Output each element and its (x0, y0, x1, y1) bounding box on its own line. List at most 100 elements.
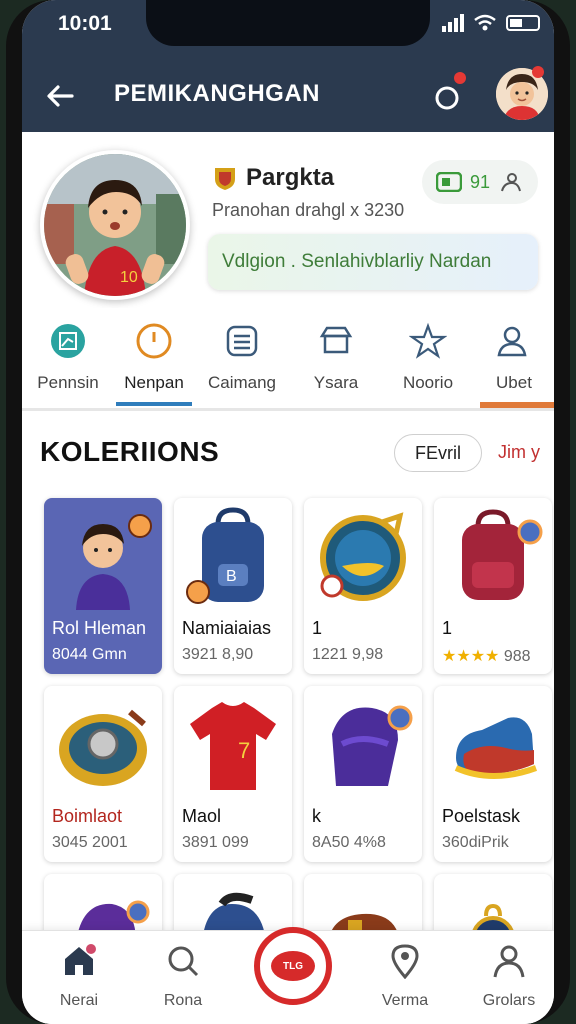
search-icon (168, 946, 199, 977)
calculator-icon (226, 325, 258, 357)
nav-label: Nerai (59, 992, 99, 1009)
item-name: Namiaiaias (182, 618, 272, 638)
camera-notch (146, 0, 430, 46)
item-price: 8044 Gmn (52, 646, 127, 663)
collection-card[interactable]: 1 1221 9,98 (304, 498, 422, 674)
tab-nenpan[interactable]: Nenpan (110, 318, 198, 398)
share-person-icon (501, 173, 522, 192)
phone-frame: 10:01 PEMIKANGHGAN 10 Pargkta Pranohan d… (6, 0, 570, 1024)
tab-ubet[interactable]: Ubet (470, 318, 554, 398)
collection-card[interactable]: Poelstask 360diPrik (434, 686, 552, 862)
profile-subtitle: Pranohan drahgl x 3230 (212, 200, 405, 220)
item-price: ★★★★ 988 (442, 646, 531, 666)
nav-label: Verma (381, 992, 429, 1009)
collection-card[interactable]: Rol Hleman 8044 Gmn (44, 498, 162, 674)
tab-label: Pennsin (37, 373, 99, 392)
item-name: Maol (182, 806, 222, 826)
avatar-badge (532, 66, 544, 78)
sort-button[interactable]: Jim y (498, 442, 540, 463)
tab-accent-bar (480, 402, 554, 408)
profile-name-row: Pargkta (212, 164, 334, 192)
tab-label: Nenpan (124, 373, 184, 392)
chat-bubble-icon: TLG (271, 951, 315, 981)
level-value: 91 (470, 171, 491, 192)
nav-label: Rona (163, 992, 203, 1009)
player-portrait-icon: 10 (44, 154, 186, 296)
profile-banner[interactable]: Vdlgion . Senlahivblarliy Nardan (208, 234, 538, 290)
battery-icon (506, 15, 540, 31)
collection-card[interactable]: 7 Maol 3891 099 (174, 686, 292, 862)
filter-button[interactable]: FEvril (394, 434, 482, 472)
collections-title: KOLERIIONS (40, 436, 220, 467)
collection-card[interactable]: 1 ★★★★ 988 (434, 498, 552, 674)
tab-caimang[interactable]: Caimang (198, 318, 286, 398)
item-name: 1 (312, 618, 323, 638)
collection-card[interactable]: B Namiaiaias 3921 8,90 (174, 498, 292, 674)
status-time: 10:01 (58, 12, 112, 35)
nav-location[interactable]: Verma (360, 943, 450, 1010)
item-price: 3045 2001 (52, 834, 128, 851)
card-icon (436, 172, 462, 192)
level-pill[interactable]: 91 (422, 160, 538, 204)
store-icon (319, 326, 353, 354)
collection-card[interactable]: k 8A50 4%8 (304, 686, 422, 862)
item-price-value: 988 (503, 648, 531, 665)
item-price: 3891 099 (182, 834, 249, 851)
profile-name: Pargkta (246, 164, 335, 191)
wifi-icon (474, 14, 496, 31)
svg-text:B: B (226, 568, 237, 585)
person-icon (493, 945, 525, 978)
tab-label: Noorio (402, 373, 454, 392)
tab-label: Caimang (207, 373, 277, 392)
chart-icon (51, 324, 85, 358)
player-figure-icon (76, 514, 152, 610)
team-crest-icon (215, 168, 235, 190)
collection-card[interactable]: Boimlaot 3045 2001 (44, 686, 162, 862)
item-name: Poelstask (442, 806, 521, 826)
item-price: 360diPrik (442, 834, 509, 851)
bag-icon (332, 705, 413, 786)
star-icon (408, 322, 448, 359)
tab-label: Ysara (313, 373, 359, 392)
active-tab-indicator (116, 402, 192, 406)
app-bar: PEMIKANGHGAN (22, 60, 554, 132)
backpack-icon: B (186, 507, 264, 604)
category-tabs: Pennsin Nenpan Caimang Ysara Noorio Ubet (22, 308, 554, 411)
tab-pennsin[interactable]: Pennsin (24, 318, 112, 398)
item-name: 1 (442, 618, 453, 638)
status-icons (442, 14, 540, 32)
signal-icon (442, 14, 464, 32)
nav-home[interactable]: Nerai (34, 943, 124, 1010)
notification-badge (454, 72, 466, 84)
bottom-navigation: Nerai Rona TLG Verma Grolars (22, 927, 554, 1024)
tab-noorio[interactable]: Noorio (384, 318, 472, 398)
item-price: 8A50 4%8 (312, 834, 386, 851)
home-icon (65, 944, 96, 975)
nav-label: Grolars (482, 992, 536, 1009)
center-action-button[interactable]: TLG (254, 927, 332, 1005)
item-name: k (312, 806, 321, 826)
tab-ysara[interactable]: Ysara (292, 318, 380, 398)
boot-icon (454, 717, 538, 779)
jersey-icon: 7 (190, 702, 276, 790)
item-name: Rol Hleman (52, 618, 147, 638)
emblem-badge-icon (59, 709, 147, 786)
rating-stars: ★★★★ (442, 648, 500, 665)
item-price: 1221 9,98 (312, 646, 384, 663)
page-title: PEMIKANGHGAN (114, 80, 321, 107)
nav-search[interactable]: Rona (138, 943, 228, 1010)
item-name: Boimlaot (52, 806, 123, 826)
profile-card: 10 Pargkta Pranohan drahgl x 3230 91 Vdl… (22, 132, 554, 308)
svg-text:10: 10 (120, 269, 138, 286)
profile-avatar[interactable]: 10 (40, 150, 190, 300)
item-price: 3921 8,90 (182, 646, 254, 663)
svg-text:7: 7 (238, 738, 250, 763)
back-arrow-icon[interactable] (42, 78, 78, 114)
location-pin-icon (391, 944, 419, 980)
nav-profile[interactable]: Grolars (464, 943, 554, 1010)
status-bar: 10:01 (22, 0, 554, 60)
tab-label: Ubet (496, 373, 532, 392)
badge-medal-icon (320, 512, 406, 601)
notification-button[interactable] (432, 72, 468, 114)
clock-icon (136, 323, 172, 359)
